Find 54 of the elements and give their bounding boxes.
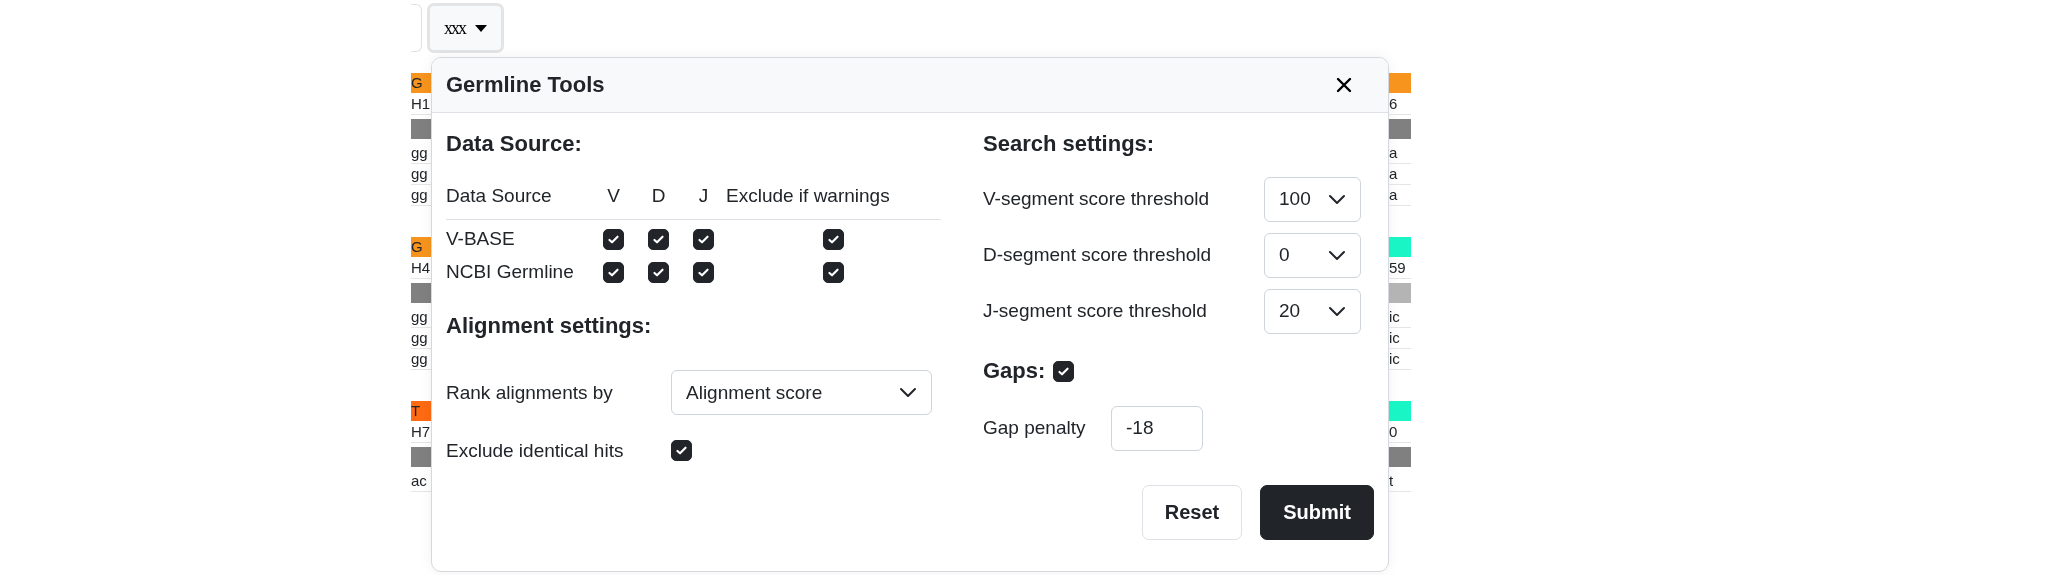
sequence-text: a bbox=[1389, 164, 1411, 185]
checkbox[interactable] bbox=[671, 440, 692, 462]
checkbox[interactable] bbox=[823, 261, 844, 283]
gap-penalty-input[interactable]: -18 bbox=[1111, 405, 1203, 451]
sequence-text: t bbox=[1389, 471, 1411, 492]
section-heading: Search settings: bbox=[983, 130, 1156, 158]
sequence-text: ic bbox=[1389, 349, 1411, 370]
sequence-text: a bbox=[1389, 143, 1411, 164]
field-label: Gap penalty bbox=[983, 417, 1087, 439]
submit-button[interactable]: Submit bbox=[1260, 485, 1374, 540]
sequence-text: ic bbox=[1389, 307, 1411, 328]
field-label: Rank alignments by bbox=[446, 381, 614, 404]
section-heading: Gaps: bbox=[983, 357, 1046, 385]
chevron-down-icon bbox=[899, 387, 917, 399]
checkbox[interactable] bbox=[1053, 360, 1075, 382]
threshold-select[interactable]: 0 bbox=[1264, 232, 1361, 278]
sequence-tag: G bbox=[411, 73, 431, 93]
sequence-text: ic bbox=[1389, 328, 1411, 349]
checkbox[interactable] bbox=[693, 261, 714, 283]
dialog-title: Germline Tools bbox=[446, 72, 605, 98]
checkbox[interactable] bbox=[693, 229, 714, 251]
column-header: Data Source bbox=[446, 185, 552, 206]
sequence-text: a bbox=[1389, 185, 1411, 206]
sequence-text: 0 bbox=[1389, 422, 1411, 443]
chevron-down-icon bbox=[1328, 249, 1346, 261]
caret-icon bbox=[475, 24, 487, 32]
field-label: V-segment score threshold bbox=[983, 188, 1210, 210]
field-label: D-segment score threshold bbox=[983, 244, 1213, 266]
section-heading: Alignment settings: bbox=[446, 311, 653, 340]
checkbox[interactable] bbox=[648, 261, 669, 283]
checkbox[interactable] bbox=[603, 229, 624, 251]
dropdown-button[interactable]: xxx bbox=[427, 3, 504, 53]
checkbox[interactable] bbox=[823, 229, 844, 251]
column-header: D bbox=[651, 185, 666, 206]
sequence-text: 59 bbox=[1389, 258, 1411, 279]
checkbox[interactable] bbox=[648, 229, 669, 251]
checkbox[interactable] bbox=[603, 261, 624, 283]
column-header: J bbox=[698, 185, 709, 206]
source-name: NCBI Germline bbox=[446, 260, 574, 282]
field-label: J-segment score threshold bbox=[983, 300, 1208, 322]
column-header: Exclude if warnings bbox=[726, 185, 890, 206]
rank-select[interactable]: Alignment score bbox=[671, 370, 932, 416]
threshold-select[interactable]: 20 bbox=[1264, 288, 1361, 334]
chevron-down-icon bbox=[1328, 193, 1346, 205]
field-label: Exclude identical hits bbox=[446, 439, 625, 462]
reset-button[interactable]: Reset bbox=[1141, 485, 1243, 540]
sequence-text: 6 bbox=[1389, 94, 1411, 115]
chevron-down-icon bbox=[1328, 305, 1346, 317]
source-name: V-BASE bbox=[446, 228, 515, 250]
sequence-tag: G bbox=[411, 237, 431, 257]
sequence-tag: T bbox=[411, 401, 431, 421]
threshold-select[interactable]: 100 bbox=[1264, 176, 1361, 222]
section-heading: Data Source: bbox=[446, 130, 583, 158]
column-header: V bbox=[607, 185, 620, 206]
